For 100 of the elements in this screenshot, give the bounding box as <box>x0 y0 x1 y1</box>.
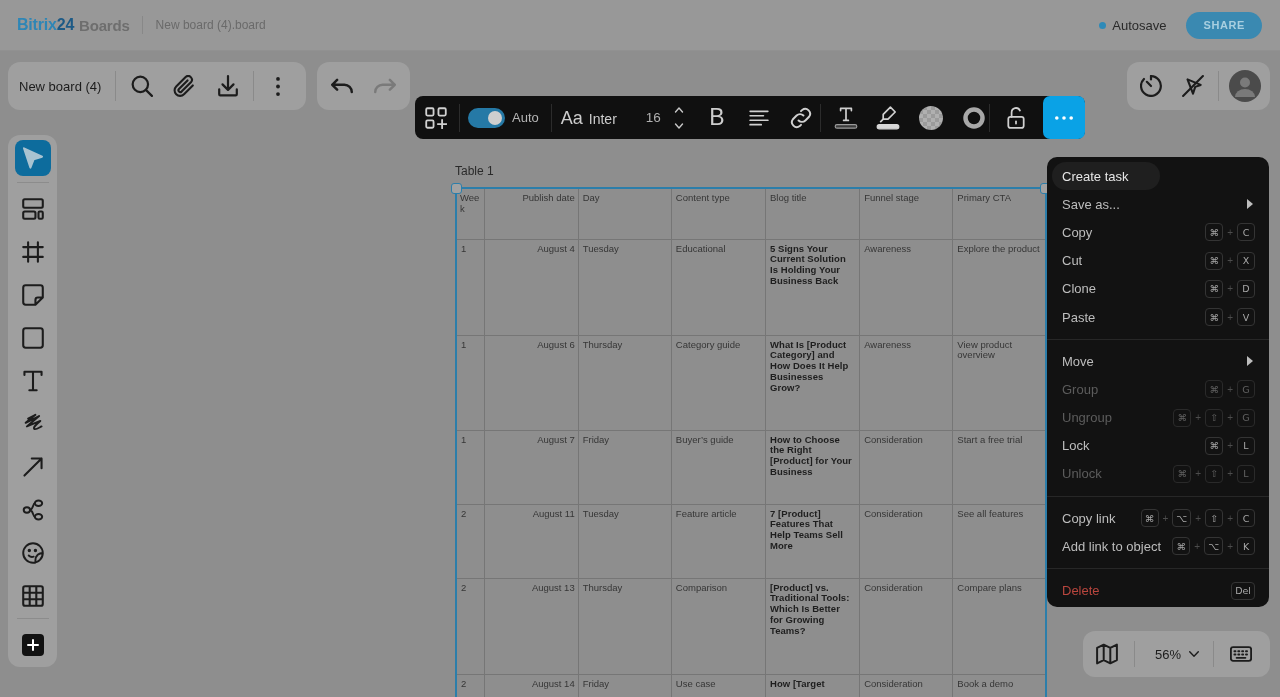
plus-sign: + <box>1227 512 1233 524</box>
key-cap: L <box>1237 436 1255 455</box>
plus-sign: + <box>1227 412 1233 424</box>
table-cell: 5 Signs Your Current Solution Is Holding Your Business Back <box>765 239 860 335</box>
plus-sign: + <box>1227 440 1233 452</box>
auto-toggle[interactable] <box>468 107 505 128</box>
board-title[interactable]: New board (4) <box>19 78 102 94</box>
font-picker[interactable]: Aa Inter <box>560 102 617 133</box>
key-cap: ⇧ <box>1205 509 1224 528</box>
key-cap: ⌥ <box>1172 509 1192 528</box>
column-header: Content type <box>671 188 766 239</box>
font-size-field[interactable]: 16 <box>645 110 661 125</box>
bold-button[interactable]: B <box>698 99 735 136</box>
key-cap: ⌘ <box>1205 308 1224 327</box>
table-cell: Comparison <box>671 578 766 674</box>
key-cap: ⇧ <box>1205 464 1224 483</box>
menu-item[interactable]: Save as... <box>1054 190 1262 219</box>
table-cell: 2 <box>456 578 485 674</box>
table-cell: Feature article <box>671 504 766 578</box>
table-cell: Category guide <box>671 335 766 430</box>
plus-sign: + <box>1195 512 1202 524</box>
plus-sign: + <box>1227 383 1233 395</box>
paperclip-icon <box>173 75 196 97</box>
column-header: Day <box>578 188 672 239</box>
arrow-icon <box>21 455 44 478</box>
sticker-icon <box>21 541 44 564</box>
table-cell: How to Choose the Right [Product] for Your Business <box>765 430 860 504</box>
menu-item[interactable]: Move <box>1054 347 1262 376</box>
table-cell: Consideration <box>859 430 953 504</box>
table-cell: Friday <box>578 430 672 504</box>
layout-icon <box>21 197 44 220</box>
table-cell: Thursday <box>578 578 672 674</box>
key-cap: D <box>1237 279 1255 298</box>
plus-sign: + <box>1227 283 1233 295</box>
table-cell: Buyer’s guide <box>671 430 766 504</box>
avatar-placeholder[interactable] <box>1229 70 1261 102</box>
vertical-dots-icon <box>276 76 281 96</box>
up-down-chevrons-icon <box>673 106 684 129</box>
plus-sign: + <box>1162 512 1169 524</box>
key-cap: C <box>1237 509 1255 528</box>
table-cell: August 4 <box>484 239 579 335</box>
plus-sign: + <box>1227 311 1233 323</box>
column-header: Publish date <box>484 188 579 239</box>
key-cap: C <box>1237 223 1255 242</box>
menu-item[interactable]: Lock ⌘ + L <box>1054 431 1262 460</box>
cursor-off-icon <box>1182 75 1204 97</box>
auto-label: Auto <box>512 110 539 125</box>
key-cap: ⌘ <box>1205 436 1224 455</box>
key-cap: ⇧ <box>1205 408 1224 427</box>
table-cell: Tuesday <box>578 504 672 578</box>
plus-sign: + <box>1227 226 1233 238</box>
key-cap: ⌘ <box>1173 464 1192 483</box>
key-cap: ⌘ <box>1205 279 1224 298</box>
resize-handle[interactable] <box>451 183 462 194</box>
menu-item[interactable]: Clone ⌘ + D <box>1054 274 1262 303</box>
link-icon <box>789 106 812 129</box>
zoom-dropdown[interactable]: 56% <box>1155 639 1200 669</box>
table-cell: 2 <box>456 504 485 578</box>
download-icon <box>217 75 240 97</box>
unlock-icon <box>1004 106 1027 129</box>
key-cap: ⌘ <box>1205 223 1224 242</box>
table-cell: 1 <box>456 430 485 504</box>
plus-sign: + <box>1227 255 1233 267</box>
menu-item[interactable]: Create task <box>1052 162 1160 191</box>
plus-icon <box>21 634 44 656</box>
key-cap: V <box>1237 308 1255 327</box>
column-header: Blog title <box>765 188 860 239</box>
key-cap: ⌘ <box>1173 408 1192 427</box>
table-icon <box>21 584 44 607</box>
key-cap: ⌘ <box>1140 509 1159 528</box>
grid-plus-icon <box>425 106 447 129</box>
key-cap: X <box>1237 251 1255 270</box>
table-cell: 7 [Product] Features That Help Teams Sell More <box>765 504 860 578</box>
menu-item[interactable]: Copy ⌘ + C <box>1054 218 1262 247</box>
plus-sign: + <box>1194 540 1201 552</box>
chevron-down-icon <box>1189 651 1200 657</box>
table-cell: August 7 <box>484 430 579 504</box>
menu-item[interactable]: Cut ⌘ + X <box>1054 246 1262 275</box>
key-cap: ⌥ <box>1204 537 1224 556</box>
key-cap: ⌘ <box>1205 251 1224 270</box>
menu-item[interactable]: Delete Del <box>1054 576 1262 605</box>
plus-sign: + <box>1227 540 1233 552</box>
table-cell: [Product] vs. Traditional Tools: Which Is Better for Growing Teams? <box>765 578 860 674</box>
text-underline-icon <box>833 105 858 130</box>
table-cell: August 11 <box>484 504 579 578</box>
align-left-icon <box>748 109 769 126</box>
table-cell: Educational <box>671 239 766 335</box>
key-cap: L <box>1237 464 1255 483</box>
map-icon <box>1096 643 1118 665</box>
table-title: Table 1 <box>455 164 494 178</box>
square-icon <box>21 326 44 349</box>
menu-item[interactable]: Paste ⌘ + V <box>1054 302 1262 332</box>
frame-icon <box>21 240 44 263</box>
autosave-label: Autosave <box>1112 17 1167 33</box>
key-cap: K <box>1237 537 1255 556</box>
menu-item[interactable]: Add link to object ⌘ + ⌥ + K <box>1054 532 1262 561</box>
menu-item[interactable]: Copy link ⌘ + ⌥ + ⇧ + C <box>1054 504 1262 533</box>
status-dot-icon <box>1099 21 1107 29</box>
table-cell: Tuesday <box>578 239 672 335</box>
key-cap: G <box>1237 380 1255 399</box>
